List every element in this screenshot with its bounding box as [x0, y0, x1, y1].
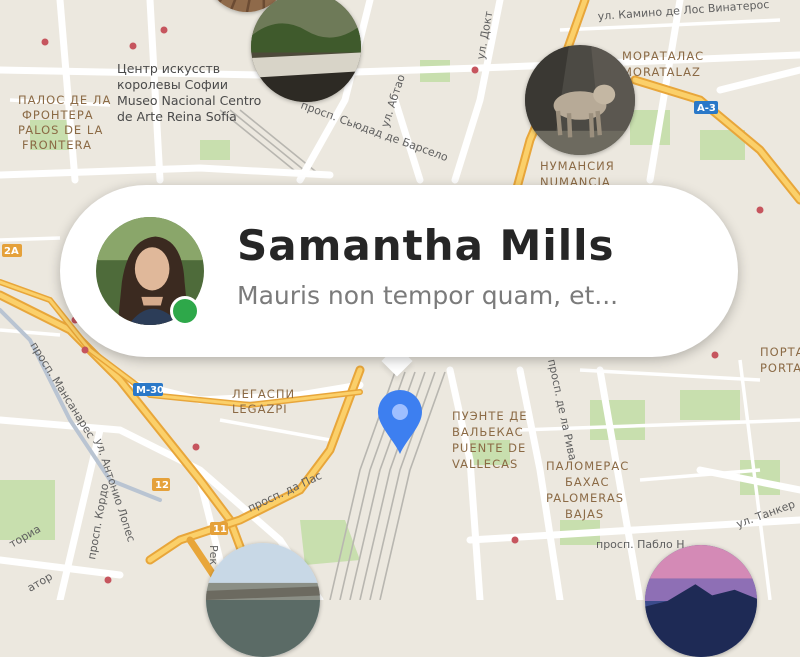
label-moratalaz-2: MORATALAZ: [622, 65, 701, 79]
label-numancia-1: НУМАНСИЯ: [540, 159, 615, 173]
online-status-icon: [170, 296, 200, 326]
label-palos-4: FRONTERA: [22, 138, 92, 152]
label-vallecas-1: ПУЭНТЕ ДЕ: [452, 409, 528, 423]
label-museum-3: Museo Nacional Centro: [117, 93, 261, 108]
contact-name: Samantha Mills: [237, 221, 615, 270]
label-legazpi-1: ЛЕГАСПИ: [232, 387, 295, 401]
badge-12: 12: [155, 480, 169, 491]
label-palomeras-3: PALOMERAS: [546, 491, 624, 505]
street-rek: Рек: [207, 545, 220, 565]
label-portal-1: ПОРТА: [760, 345, 800, 359]
photo-marker-bridge[interactable]: [206, 543, 320, 657]
badge-a3: A-3: [697, 103, 716, 114]
label-palos-2: ФРОНТЕРА: [22, 108, 94, 122]
label-museum-4: de Arte Reina Sofía: [117, 109, 237, 124]
label-museum-1: Центр искусств: [117, 61, 220, 76]
wolf-photo-icon: [525, 45, 635, 155]
label-vallecas-3: PUENTE DE: [452, 441, 526, 455]
label-palos-1: ПАЛОС ДЕ ЛА: [18, 93, 111, 107]
photo-marker-sunset[interactable]: [645, 545, 757, 657]
sunset-photo-icon: [645, 545, 757, 657]
bridge-photo-icon: [206, 543, 320, 657]
street-pablo: просп. Пабло Н: [596, 538, 684, 551]
label-vallecas-4: VALLECAS: [452, 457, 518, 471]
label-moratalaz-1: МОРАТАЛАС: [622, 49, 704, 63]
label-palomeras-2: БАХАС: [565, 475, 610, 489]
label-palomeras-4: BAJAS: [565, 507, 604, 521]
contact-card[interactable]: Samantha Mills Mauris non tempor quam, e…: [60, 185, 738, 357]
label-portal-2: PORTA: [760, 361, 800, 375]
badge-11: 11: [213, 524, 227, 535]
location-pin-icon[interactable]: [374, 388, 426, 456]
label-vallecas-2: ВАЛЬЕКАС: [452, 425, 524, 439]
contact-message-preview: Mauris non tempor quam, et...: [237, 281, 619, 310]
label-palomeras-1: ПАЛОМЕРАС: [546, 459, 629, 473]
label-legazpi-2: LEGAZPI: [232, 402, 288, 416]
badge-2a: 2A: [4, 246, 19, 257]
badge-m30: M-30: [136, 385, 164, 396]
label-museum-2: королевы Софии: [117, 77, 228, 92]
label-palos-3: PALOS DE LA: [18, 123, 103, 137]
photo-marker-wolf[interactable]: [525, 45, 635, 155]
